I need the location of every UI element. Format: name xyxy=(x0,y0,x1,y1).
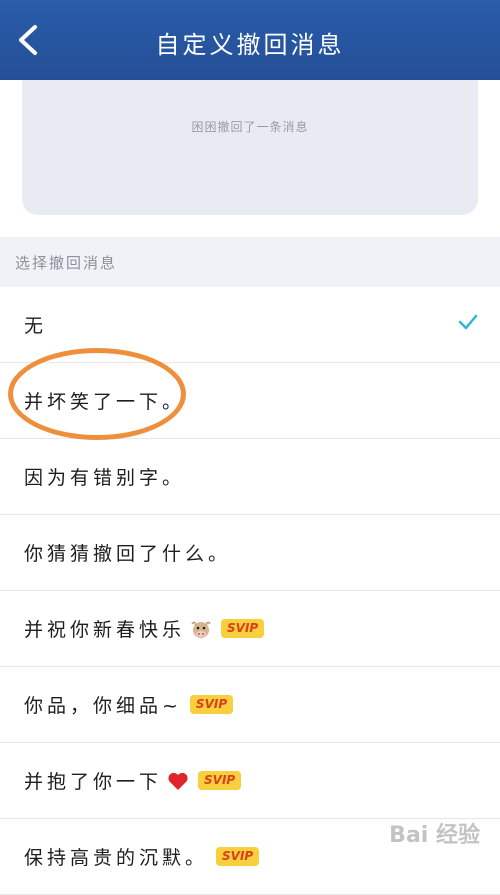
option-guess[interactable]: 你猜猜撤回了什么。 xyxy=(0,515,500,591)
red-heart-icon xyxy=(168,772,188,790)
option-none[interactable]: 无 xyxy=(0,287,500,363)
option-label: 并祝你新春快乐 xyxy=(24,619,186,641)
option-smirk[interactable]: 并坏笑了一下。 xyxy=(0,363,500,439)
preview-text: 困困撤回了一条消息 xyxy=(191,120,309,134)
svip-badge: SVIP xyxy=(189,695,234,714)
svip-badge: SVIP xyxy=(221,619,265,638)
section-title: 选择撤回消息 xyxy=(15,254,118,272)
svip-badge: SVIP xyxy=(198,771,242,790)
option-new-year[interactable]: 并祝你新春快乐 SVIP xyxy=(0,591,500,667)
preview-card: 困困撤回了一条消息 xyxy=(22,80,478,215)
preview-area: 困困撤回了一条消息 xyxy=(0,80,500,237)
option-label: 并抱了你一下 xyxy=(24,771,163,793)
option-label: 无 xyxy=(24,315,48,337)
check-icon xyxy=(458,314,478,330)
option-label: 并坏笑了一下。 xyxy=(24,391,186,413)
watermark: Bai 经验 xyxy=(389,823,480,848)
page-title: 自定义撤回消息 xyxy=(155,31,345,59)
option-typo[interactable]: 因为有错别字。 xyxy=(0,439,500,515)
options-list: 无 并坏笑了一下。 因为有错别字。 你猜猜撤回了什么。 并祝你新春快乐 SVIP… xyxy=(0,287,500,895)
section-header: 选择撤回消息 xyxy=(0,237,500,287)
option-hug[interactable]: 并抱了你一下 SVIP xyxy=(0,743,500,819)
option-label: 你品，你细品~ xyxy=(24,695,182,717)
option-label: 你猜猜撤回了什么。 xyxy=(24,543,232,565)
option-label: 因为有错别字。 xyxy=(24,467,186,489)
cow-face-icon xyxy=(191,621,211,638)
title-bar: 自定义撤回消息 xyxy=(0,0,500,80)
option-savor[interactable]: 你品，你细品~ SVIP xyxy=(0,667,500,743)
